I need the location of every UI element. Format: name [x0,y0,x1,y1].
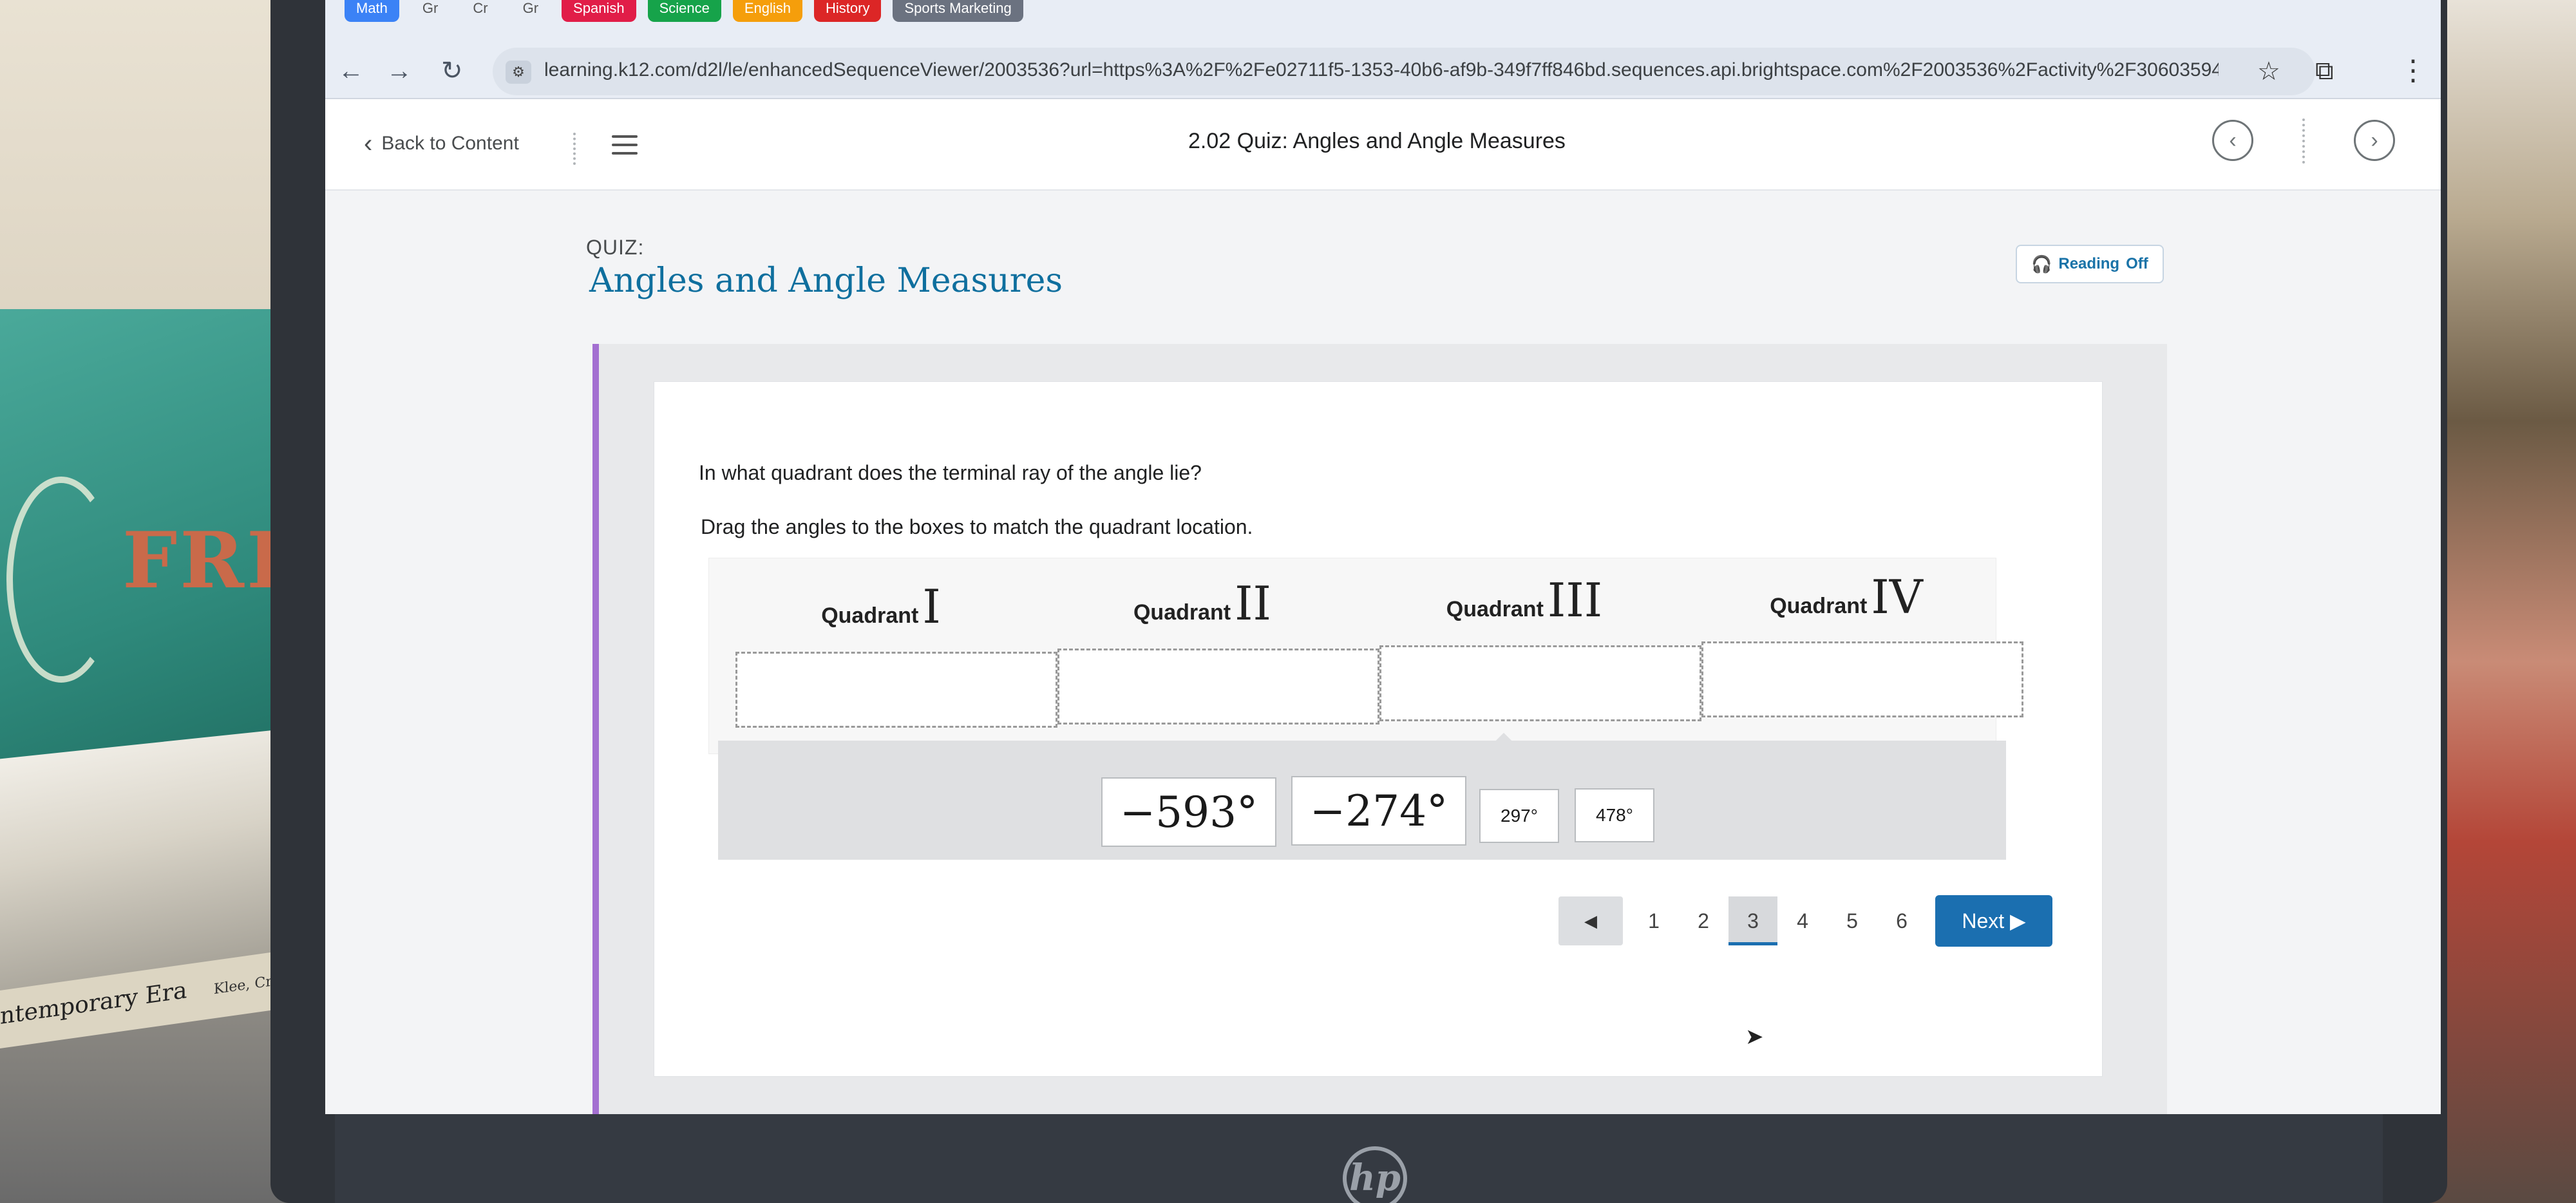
drop-box-quadrant-2[interactable] [1057,649,1379,725]
bookmark-sports-marketing[interactable]: Sports Marketing [893,0,1023,22]
reading-label: Reading [2058,255,2120,272]
header-divider-right [2302,118,2305,164]
question-text: In what quadrant does the terminal ray o… [699,461,1202,484]
pager-page-5[interactable]: 5 [1828,896,1877,945]
angle-chip-478[interactable]: 478° [1575,788,1654,842]
quadrant-3-roman: III [1547,573,1603,627]
question-instruction: Drag the angles to the boxes to match th… [701,515,1253,538]
bookmark-history[interactable]: History [814,0,882,22]
quiz-title: Angles and Angle Measures [589,261,1063,300]
quadrant-1-heading: QuadrantI [720,580,1042,634]
drop-box-quadrant-1[interactable] [735,652,1057,728]
quadrant-1-roman: I [922,580,941,634]
next-button[interactable]: Next ▶ [1935,895,2052,947]
tissue-box-swirl [6,477,116,683]
drop-box-quadrant-3[interactable] [1379,645,1701,721]
laptop-screen: Math Gr Cr Gr Spanish Science English Hi… [325,0,2441,1114]
reading-state: Off [2126,255,2148,272]
address-bar: ⚙ learning.k12.com/d2l/le/enhancedSequen… [325,22,2441,99]
page-title: 2.02 Quiz: Angles and Angle Measures [1188,129,1566,153]
pager-page-6[interactable]: 6 [1877,896,1926,945]
pager-page-3[interactable]: 3 [1728,896,1777,945]
angle-chip-neg593[interactable]: −593° [1101,777,1276,847]
drop-box-quadrant-4[interactable] [1701,641,2023,717]
next-activity-icon[interactable]: › [2354,120,2395,161]
quadrant-1-word: Quadrant [821,603,919,628]
pager-page-2[interactable]: 2 [1679,896,1728,945]
site-info-icon[interactable]: ⚙ [506,61,531,84]
forward-arrow-icon[interactable]: → [386,58,412,84]
extensions-icon[interactable]: ⧉ [2315,57,2334,86]
browser-menu-icon[interactable]: ⋮ [2399,54,2427,87]
quadrant-4-heading: QuadrantIV [1685,570,2007,624]
reload-icon[interactable]: ↻ [441,58,463,84]
bookmark-english[interactable]: English [732,0,802,22]
angle-chip-neg274[interactable]: −274° [1291,776,1466,846]
back-to-content-label: Back to Content [381,133,519,154]
back-arrow-icon[interactable]: ← [338,58,364,84]
quadrant-4-roman: IV [1871,570,1923,624]
previous-activity-icon[interactable]: ‹ [2212,120,2253,161]
quadrant-2-roman: II [1235,576,1271,630]
app-header: ‹ Back to Content 2.02 Quiz: Angles and … [325,100,2441,191]
bookmark-star-icon[interactable]: ☆ [2257,57,2280,86]
chevron-left-icon: ‹ [364,129,373,158]
bookmarks-bar: Math Gr Cr Gr Spanish Science English Hi… [325,0,2441,22]
bookmark-spanish[interactable]: Spanish [562,0,636,22]
quiz-label: QUIZ: [586,236,645,259]
header-divider [573,133,577,165]
back-to-content-link[interactable]: ‹ Back to Content [364,129,519,158]
pager-page-4[interactable]: 4 [1778,896,1827,945]
quadrant-3-heading: QuadrantIII [1363,573,1685,627]
pager-page-1[interactable]: 1 [1629,896,1678,945]
bookmark-gr-1[interactable]: Gr [411,0,450,22]
headphones-icon: 🎧 [2031,254,2052,274]
quadrant-4-word: Quadrant [1770,594,1868,618]
bookmark-science[interactable]: Science [647,0,721,22]
url-text[interactable]: learning.k12.com/d2l/le/enhancedSequence… [544,59,2219,81]
quadrant-2-heading: QuadrantII [1041,576,1363,630]
bookmark-math[interactable]: Math [345,0,399,22]
angle-chip-297[interactable]: 297° [1479,789,1559,843]
bookmark-gr-2[interactable]: Gr [511,0,550,22]
quadrant-3-word: Quadrant [1446,597,1544,621]
menu-hamburger-icon[interactable] [612,135,638,160]
pager-prev-button[interactable]: ◀ [1558,896,1623,945]
reading-toggle-button[interactable]: 🎧 Reading Off [2016,245,2164,283]
bookmark-cr[interactable]: Cr [461,0,499,22]
quadrant-2-word: Quadrant [1133,600,1231,625]
mouse-cursor-icon: ➤ [1745,1025,1764,1049]
desk-background-right [2428,0,2576,1203]
